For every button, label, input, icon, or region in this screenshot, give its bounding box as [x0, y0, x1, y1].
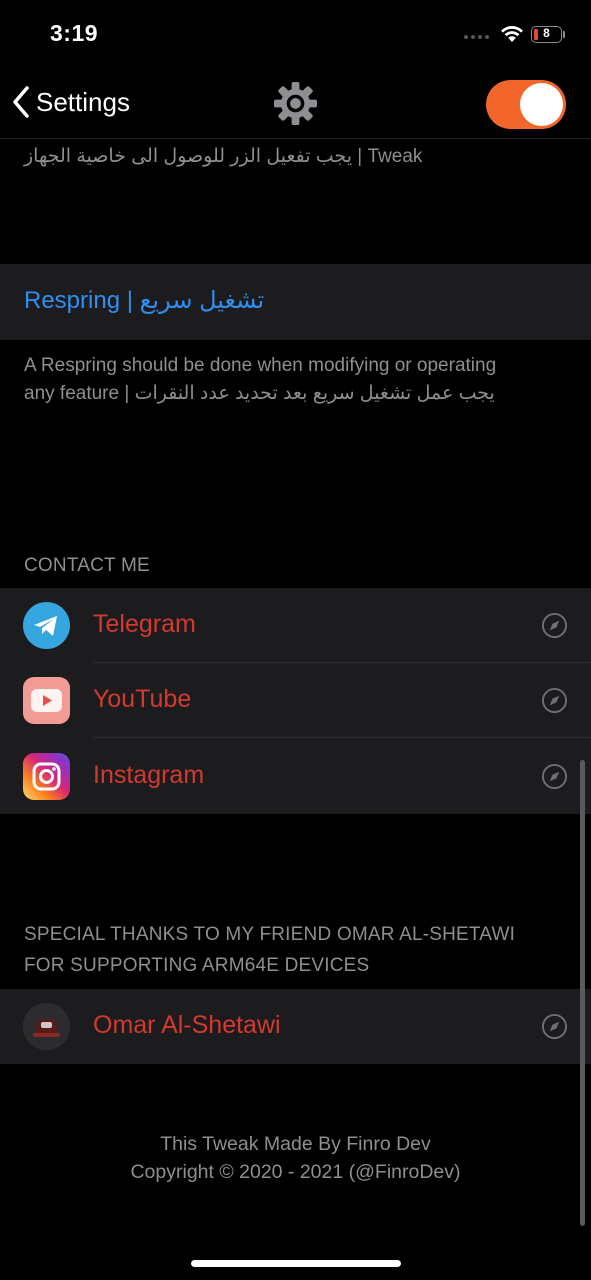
battery-tip	[563, 31, 565, 38]
home-indicator[interactable]	[191, 1260, 401, 1267]
row-separator	[93, 737, 591, 738]
status-time: 3:19	[50, 20, 99, 46]
credits-line2: Copyright © 2020 - 2021 (@FinroDev)	[130, 1161, 461, 1183]
credits-line1: This Tweak Made By Finro Dev	[160, 1133, 431, 1155]
back-label: Settings	[36, 86, 130, 117]
youtube-row[interactable]: YouTube	[0, 663, 591, 738]
youtube-label: YouTube	[93, 685, 192, 713]
contact-group: Telegram YouTube Instagram	[0, 588, 591, 814]
cellular-signal-icon	[464, 35, 492, 41]
gear-icon	[273, 81, 318, 126]
compass-icon	[541, 687, 568, 714]
scroll-indicator[interactable]	[580, 760, 585, 1226]
instagram-label: Instagram	[93, 761, 205, 789]
back-button[interactable]: Settings	[12, 86, 130, 118]
compass-icon	[541, 1013, 568, 1040]
nav-divider	[0, 138, 591, 139]
compass-icon	[541, 612, 568, 639]
respring-footnote-line2: any feature | يجب عمل تشغيل سريع بعد تحد…	[24, 383, 495, 404]
credits: This Tweak Made By Finro Dev Copyright ©…	[0, 1130, 591, 1186]
wifi-icon	[501, 26, 523, 42]
telegram-icon	[23, 602, 70, 649]
omar-label: Omar Al-Shetawi	[93, 1011, 281, 1039]
thanks-group: Omar Al-Shetawi	[0, 989, 591, 1064]
toggle-knob	[520, 83, 563, 126]
youtube-icon	[23, 677, 70, 724]
tweak-footnote: يجب تفعيل الزر للوصول الى خاصية الجهاز |…	[24, 146, 423, 167]
omar-row[interactable]: Omar Al-Shetawi	[0, 989, 591, 1064]
telegram-label: Telegram	[93, 610, 196, 638]
thanks-header-line1: SPECIAL THANKS TO MY FRIEND OMAR AL-SHET…	[24, 924, 516, 945]
battery-icon: 8	[531, 26, 562, 43]
compass-icon	[541, 763, 568, 790]
respring-footnote-line1: A Respring should be done when modifying…	[24, 355, 497, 376]
contact-section-header: CONTACT ME	[24, 555, 150, 576]
enable-tweak-toggle[interactable]	[486, 80, 566, 129]
instagram-row[interactable]: Instagram	[0, 739, 591, 814]
respring-footnote: A Respring should be done when modifying…	[24, 352, 569, 408]
instagram-icon	[23, 753, 70, 800]
telegram-row[interactable]: Telegram	[0, 588, 591, 663]
thanks-header-line2: FOR SUPPORTING ARM64E DEVICES	[24, 955, 370, 976]
chevron-left-icon	[13, 86, 29, 118]
battery-level: 8	[543, 26, 550, 40]
avatar	[23, 1003, 70, 1050]
respring-button[interactable]: Respring | تشغيل سريع	[24, 286, 264, 315]
thanks-section-header: SPECIAL THANKS TO MY FRIEND OMAR AL-SHET…	[24, 919, 564, 981]
